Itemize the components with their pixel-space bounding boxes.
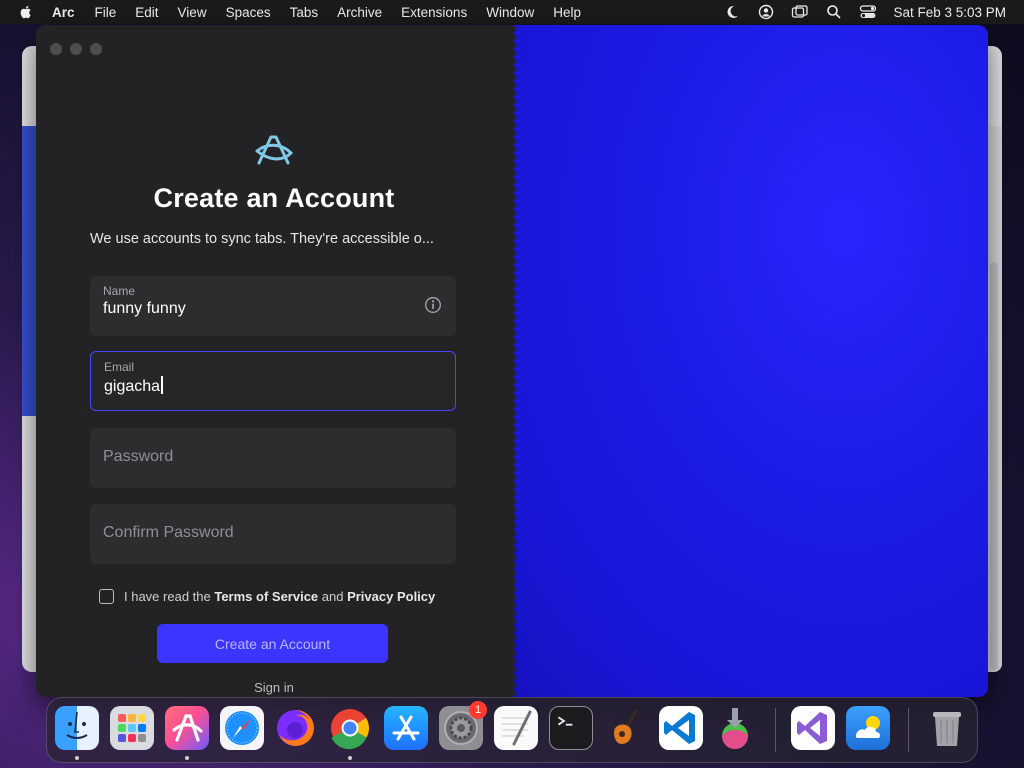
textedit-icon[interactable] xyxy=(494,706,538,750)
disk-utility-icon[interactable] xyxy=(713,706,757,750)
background-window-edge xyxy=(22,126,36,416)
trash-icon[interactable] xyxy=(925,706,969,750)
terminal-icon[interactable] xyxy=(549,706,593,750)
confirm-password-placeholder: Confirm Password xyxy=(103,524,234,541)
name-field-value[interactable]: funny funny xyxy=(103,300,186,318)
privacy-policy-link[interactable]: Privacy Policy xyxy=(347,589,435,604)
window-minimize-button[interactable] xyxy=(70,43,82,55)
vscode-icon[interactable] xyxy=(659,706,703,750)
arc-browser-icon[interactable] xyxy=(165,706,209,750)
page-title: Create an Account xyxy=(153,183,395,213)
menu-spaces[interactable]: Spaces xyxy=(226,5,271,20)
menu-app-arc[interactable]: Arc xyxy=(52,5,75,20)
launchpad-icon[interactable] xyxy=(110,706,154,750)
chrome-running-dot xyxy=(348,756,352,760)
dock-separator xyxy=(775,708,776,752)
confirm-password-field[interactable]: Confirm Password xyxy=(90,504,456,564)
email-field[interactable]: Email gigacha xyxy=(90,351,456,411)
settings-notification-badge: 1 xyxy=(469,701,487,719)
password-field[interactable]: Password xyxy=(90,428,456,488)
dark-mode-icon[interactable] xyxy=(723,4,741,20)
dock-separator-trash xyxy=(908,708,909,752)
terms-and: and xyxy=(318,588,348,604)
create-account-button[interactable]: Create an Account xyxy=(157,624,388,663)
arc-running-dot xyxy=(185,756,189,760)
control-center-icon[interactable] xyxy=(859,4,877,20)
window-zoom-button[interactable] xyxy=(90,43,102,55)
search-icon[interactable] xyxy=(825,4,843,20)
terms-of-service-link[interactable]: Terms of Service xyxy=(214,589,318,604)
password-placeholder: Password xyxy=(103,448,174,465)
visual-studio-icon[interactable] xyxy=(791,706,835,750)
text-caret xyxy=(161,376,163,394)
menu-extensions[interactable]: Extensions xyxy=(401,5,467,20)
finder-running-dot xyxy=(75,756,79,760)
name-field[interactable]: Name funny funny xyxy=(90,276,456,336)
name-field-label: Name xyxy=(103,284,136,298)
email-field-value[interactable]: gigacha xyxy=(104,376,163,396)
weather-icon[interactable] xyxy=(846,706,890,750)
menu-help[interactable]: Help xyxy=(553,5,581,20)
arc-logo-icon xyxy=(255,135,293,165)
safari-icon[interactable] xyxy=(220,706,264,750)
menu-archive[interactable]: Archive xyxy=(337,5,382,20)
terms-checkbox[interactable] xyxy=(99,588,114,604)
menu-window[interactable]: Window xyxy=(486,5,534,20)
menu-edit[interactable]: Edit xyxy=(135,5,158,20)
email-text: gigacha xyxy=(104,378,161,395)
app-store-icon[interactable] xyxy=(384,706,428,750)
decorative-blue-panel xyxy=(510,25,988,697)
garageband-icon[interactable] xyxy=(604,706,648,750)
menu-bar: Arc File Edit View Spaces Tabs Archive E… xyxy=(0,0,1024,24)
status-area: Sat Feb 3 5:03 PM xyxy=(707,0,1006,24)
window-close-button[interactable] xyxy=(50,43,62,55)
screen-mirroring-icon[interactable] xyxy=(791,4,809,20)
menu-view[interactable]: View xyxy=(178,5,207,20)
sign-in-link[interactable]: Sign in xyxy=(36,680,512,695)
firefox-icon[interactable] xyxy=(273,706,317,750)
apple-menu-icon[interactable] xyxy=(18,4,34,20)
chrome-icon[interactable] xyxy=(328,706,372,750)
zigzag-divider xyxy=(504,25,518,697)
menu-file[interactable]: File xyxy=(95,5,117,20)
menu-clock[interactable]: Sat Feb 3 5:03 PM xyxy=(893,5,1006,20)
user-account-icon[interactable] xyxy=(757,4,775,20)
terms-prefix: I have read the xyxy=(124,588,215,604)
email-field-label: Email xyxy=(104,360,135,374)
arc-signup-window: Create an Account We use accounts to syn… xyxy=(36,25,988,697)
terms-row: I have read the Terms of Service and Pri… xyxy=(99,586,435,606)
info-icon[interactable] xyxy=(424,296,442,314)
page-subtitle: We use accounts to sync tabs. They're ac… xyxy=(90,231,434,247)
dock: 1 xyxy=(46,697,978,763)
menu-tabs[interactable]: Tabs xyxy=(290,5,319,20)
finder-icon[interactable] xyxy=(55,706,99,750)
background-scrollbar[interactable] xyxy=(990,262,998,670)
